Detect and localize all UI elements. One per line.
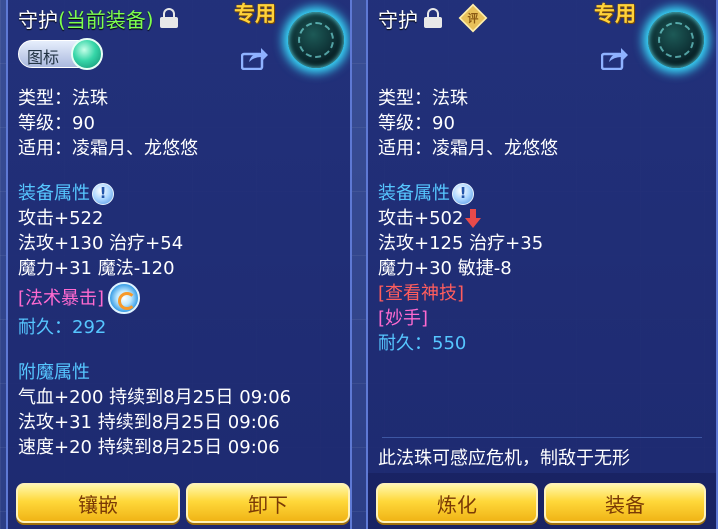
enchant-line: 法攻+31 持续到8月25日 09:06 xyxy=(18,412,280,433)
level-line: 等级：90 xyxy=(18,113,95,134)
equipped-item-panel: 守护(当前装备) 专用 图标 类型：法珠 等级：90 适用：凌霜月、龙悠悠 装备… xyxy=(6,0,352,529)
item-title: 守护(当前装备) xyxy=(18,4,178,32)
enchant-line: 速度+20 持续到8月25日 09:06 xyxy=(18,437,280,458)
equipped-indicator: (当前装备) xyxy=(58,7,154,32)
attack-value: 攻击+502 xyxy=(378,208,464,229)
attr-head-text: 装备属性 xyxy=(18,183,90,204)
attr-section-title: 装备属性 ! xyxy=(18,181,344,206)
divider xyxy=(382,437,702,438)
toggle-knob-icon xyxy=(71,38,103,70)
enchant-line: 气血+200 持续到8月25日 09:06 xyxy=(18,387,292,408)
skill-link[interactable]: [妙手] xyxy=(378,306,710,331)
type-line: 类型：法珠 xyxy=(18,88,108,109)
attr-section-title: 装备属性 ! xyxy=(378,181,710,206)
share-icon[interactable] xyxy=(241,46,269,70)
item-details: 类型：法珠 等级：90 适用：凌霜月、龙悠悠 装备属性 ! 攻击+522 法攻+… xyxy=(18,86,344,460)
durability-value: 550 xyxy=(432,333,467,354)
icon-toggle-label: 图标 xyxy=(27,48,60,67)
enchant-section-title: 附魔属性 xyxy=(18,362,90,383)
durability-line: 耐久： 550 xyxy=(378,331,710,356)
attr-line: 攻击+522 xyxy=(18,208,104,229)
item-title-text: 守护(当前装备) xyxy=(18,4,154,33)
durability-line: 耐久： 292 xyxy=(18,315,344,340)
description: 此法珠可感应危机，制敌于无形 xyxy=(378,446,710,471)
equip-button[interactable]: 装备 xyxy=(544,483,706,523)
attr-head-text: 装备属性 xyxy=(378,183,450,204)
type-line: 类型：法珠 xyxy=(378,88,468,109)
orb-icon xyxy=(648,12,704,68)
description-text: 此法珠可感应危机，制敌于无形 xyxy=(378,448,630,469)
ping-label: 评 xyxy=(467,12,479,26)
icon-toggle[interactable]: 图标 xyxy=(18,38,103,70)
unequip-button[interactable]: 卸下 xyxy=(186,483,350,523)
applicable-line: 适用：凌霜月、龙悠悠 xyxy=(18,138,198,159)
durability-value: 292 xyxy=(72,317,107,338)
attr-line: 法攻+130 治疗+54 xyxy=(18,233,184,254)
attr-line: 魔力+31 魔法-120 xyxy=(18,258,175,279)
durability-label: 耐久： xyxy=(378,333,432,354)
info-icon[interactable]: ! xyxy=(92,182,114,205)
special-tag: 专用 xyxy=(234,2,276,26)
lock-icon[interactable] xyxy=(159,8,178,28)
item-name: 守护 xyxy=(378,7,418,32)
skill-link[interactable]: [法术暴击] xyxy=(18,286,104,311)
orb-icon xyxy=(288,12,344,68)
durability-label: 耐久： xyxy=(18,317,72,338)
special-tag: 专用 xyxy=(594,2,636,26)
inlay-button[interactable]: 镶嵌 xyxy=(16,483,180,523)
skill-line: [法术暴击] xyxy=(18,281,344,315)
applicable-line: 适用：凌霜月、龙悠悠 xyxy=(378,138,558,159)
spell-icon[interactable] xyxy=(108,282,141,314)
compare-item-panel: 守护 评 专用 类型：法珠 等级：90 适用：凌霜月、龙悠悠 装备属性 ! 攻击… xyxy=(366,0,718,529)
item-title: 守护 评 xyxy=(378,3,488,33)
item-name: 守护 xyxy=(18,7,58,32)
ping-icon[interactable]: 评 xyxy=(458,3,488,33)
lock-icon[interactable] xyxy=(424,8,442,28)
view-skill-link[interactable]: [查看神技] xyxy=(378,281,710,306)
info-icon[interactable]: ! xyxy=(452,182,474,205)
item-details: 类型：法珠 等级：90 适用：凌霜月、龙悠悠 装备属性 ! 攻击+502 法攻+… xyxy=(378,86,710,356)
share-icon[interactable] xyxy=(601,46,629,70)
refine-button[interactable]: 炼化 xyxy=(376,483,538,523)
down-arrow-icon xyxy=(465,208,482,229)
attr-line: 魔力+30 敏捷-8 xyxy=(378,258,512,279)
attr-line: 攻击+502 xyxy=(378,206,710,231)
attr-line: 法攻+125 治疗+35 xyxy=(378,233,544,254)
level-line: 等级：90 xyxy=(378,113,455,134)
